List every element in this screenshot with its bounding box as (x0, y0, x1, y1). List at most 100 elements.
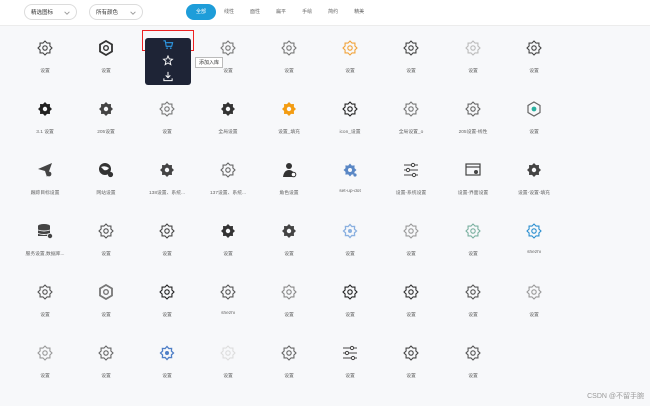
tab-1[interactable]: 线性 (216, 4, 242, 20)
gear-blue-icon (159, 345, 175, 361)
icon-card[interactable]: icon_设置 (320, 87, 380, 148)
tab-5[interactable]: 简约 (320, 4, 346, 20)
icon-label: 设置 (101, 313, 111, 318)
icon-label: 设置 (345, 69, 355, 74)
icon-label: 设置 (162, 252, 172, 257)
tab-3[interactable]: 扁平 (268, 4, 294, 20)
icon-card[interactable]: 设置 (198, 331, 258, 392)
icon-card[interactable]: shezhi (198, 270, 258, 331)
star-icon[interactable] (162, 55, 174, 66)
icon-card[interactable]: 设置-界面设置 (443, 148, 503, 209)
icon-card[interactable]: 设置 (259, 209, 319, 270)
cart-icon[interactable] (163, 39, 174, 50)
icon-card[interactable]: 设置 (259, 26, 319, 87)
icon-label: 设置 (162, 313, 172, 318)
gear-outline-icon (465, 101, 481, 117)
icon-card[interactable]: 设置 (76, 209, 136, 270)
icon-card[interactable]: 138设置、系统... (137, 148, 197, 209)
icon-card[interactable]: 角色设置 (259, 148, 319, 209)
icon-label: 设置 (162, 374, 172, 379)
gear-outline-icon (403, 40, 419, 56)
icon-label: icon_设置 (339, 130, 361, 135)
icon-card[interactable]: 3.1 设置 (15, 87, 75, 148)
icon-card[interactable]: 设置 (504, 270, 564, 331)
icon-card[interactable]: 设置 (443, 209, 503, 270)
icon-card[interactable]: 设置 (443, 331, 503, 392)
icon-card[interactable]: 设置 (259, 270, 319, 331)
icon-card[interactable]: 设置 (15, 270, 75, 331)
icon-card[interactable]: 设置 (137, 270, 197, 331)
watermark: CSDN @不留手腕 (587, 393, 644, 400)
gear-outline-icon (37, 40, 53, 56)
sliders-icon (343, 345, 357, 361)
icon-card[interactable]: 设置 (320, 331, 380, 392)
icon-card[interactable]: 设置 (381, 26, 441, 87)
gear-filled-icon (38, 102, 52, 116)
gear-outline-icon (526, 284, 542, 300)
gear-filled-icon (160, 163, 174, 177)
icon-label: 设置 (223, 374, 233, 379)
icon-card[interactable]: 设置 (76, 331, 136, 392)
gear-outline-icon (281, 284, 297, 300)
icon-card[interactable]: 设置 (76, 26, 136, 87)
gear-outline-icon (465, 40, 481, 56)
icon-label: 设置 (468, 252, 478, 257)
icon-card[interactable]: 设置-设置-填充 (504, 148, 564, 209)
icon-card[interactable]: 设置 (504, 26, 564, 87)
icon-label: 服务设置,数据库... (25, 252, 65, 257)
gear-outline-icon (342, 101, 358, 117)
icon-label: 设置 (529, 313, 539, 318)
icon-label: 设置 (406, 69, 416, 74)
hex-teal-icon (527, 101, 541, 117)
icon-card[interactable]: 设置-系统设置 (381, 148, 441, 209)
icon-card[interactable]: 设置_填充 (259, 87, 319, 148)
gear-outline-icon (465, 345, 481, 361)
tab-4[interactable]: 手绘 (294, 4, 320, 20)
icon-card[interactable]: 设置 (504, 87, 564, 148)
icon-card[interactable]: 全局设置_o (381, 87, 441, 148)
icon-card[interactable]: 205设置-线性 (443, 87, 503, 148)
tab-2[interactable]: 面性 (242, 4, 268, 20)
icon-card[interactable]: 设置 (443, 270, 503, 331)
icon-label: 全局设置 (218, 130, 238, 135)
icon-label: 设置 (101, 374, 111, 379)
icon-card[interactable]: 设置 (198, 209, 258, 270)
gear-outline-icon (220, 345, 236, 361)
icon-card[interactable]: 设置 (137, 209, 197, 270)
icon-card[interactable]: 全局设置 (198, 87, 258, 148)
icon-card[interactable]: 网站设置 (76, 148, 136, 209)
icon-card[interactable]: 设置 (320, 26, 380, 87)
icon-label: 设置 (223, 252, 233, 257)
icon-label: 设置-界面设置 (457, 191, 489, 196)
icon-card[interactable]: 设置 (381, 270, 441, 331)
sliders-icon (404, 162, 418, 178)
icon-card[interactable]: 设置 (259, 331, 319, 392)
icon-card[interactable]: 137设置、系统... (198, 148, 258, 209)
icon-card[interactable]: 设置 (320, 209, 380, 270)
tab-6[interactable]: 精美 (346, 4, 372, 20)
gear-outline-icon (159, 223, 175, 239)
icon-card[interactable]: shezhi (504, 209, 564, 270)
icon-label: 设置 (468, 69, 478, 74)
gear-outline-icon (281, 40, 297, 56)
download-icon[interactable] (163, 71, 174, 82)
color-select-dropdown[interactable]: 所有颜色 (89, 4, 143, 20)
icon-label: 设置 (162, 130, 172, 135)
icon-card[interactable]: 跟踪目标设置 (15, 148, 75, 209)
icon-card[interactable]: 设置 (15, 331, 75, 392)
tab-0[interactable]: 全部 (186, 4, 217, 20)
icon-card[interactable]: 服务设置,数据库... (15, 209, 75, 270)
icon-card[interactable]: 205设置 (76, 87, 136, 148)
icon-select-dropdown[interactable]: 精选图标 (24, 4, 77, 20)
icon-card[interactable]: 设置 (76, 270, 136, 331)
icon-card[interactable]: 设置 (320, 270, 380, 331)
icon-card[interactable]: 设置 (15, 26, 75, 87)
icon-card[interactable]: 设置 (381, 331, 441, 392)
icon-card[interactable]: set-up-dot (320, 148, 380, 209)
window-gear-icon (465, 163, 481, 176)
icon-card[interactable]: 设置 (443, 26, 503, 87)
icon-card[interactable]: 设置 (137, 87, 197, 148)
icon-card[interactable]: 设置 (381, 209, 441, 270)
gear-outline-icon (342, 284, 358, 300)
icon-card[interactable]: 设置 (137, 331, 197, 392)
